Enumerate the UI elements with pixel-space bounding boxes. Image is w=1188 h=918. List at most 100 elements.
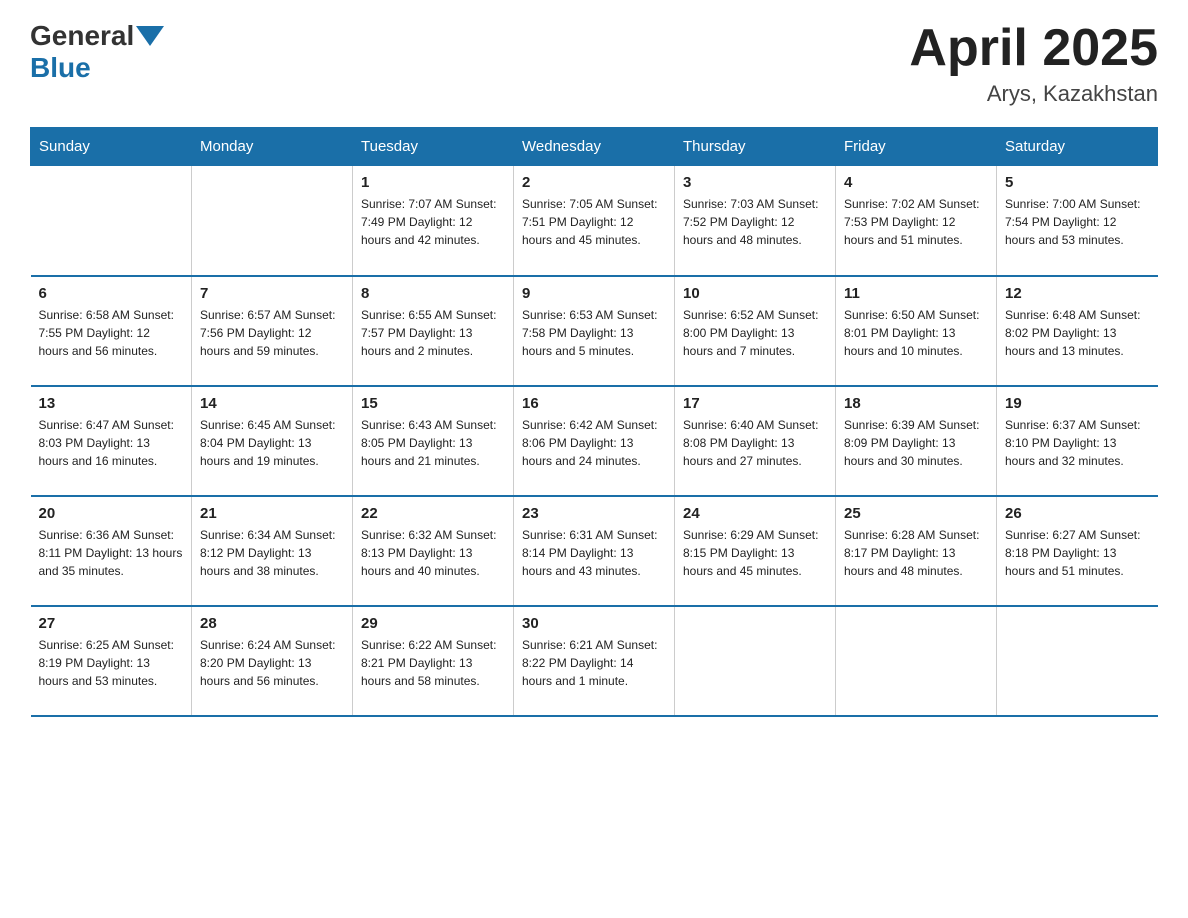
day-number: 6	[39, 285, 184, 302]
calendar-cell: 1Sunrise: 7:07 AM Sunset: 7:49 PM Daylig…	[353, 166, 514, 276]
day-info: Sunrise: 6:42 AM Sunset: 8:06 PM Dayligh…	[522, 416, 666, 470]
day-number: 24	[683, 505, 827, 522]
day-info: Sunrise: 6:43 AM Sunset: 8:05 PM Dayligh…	[361, 416, 505, 470]
calendar-cell: 13Sunrise: 6:47 AM Sunset: 8:03 PM Dayli…	[31, 386, 192, 496]
calendar-cell: 11 Sunrise: 6:50 AM Sunset: 8:01 PM Dayli…	[836, 276, 997, 386]
weekday-header-sunday: Sunday	[31, 128, 192, 166]
weekday-header-saturday: Saturday	[997, 128, 1158, 166]
weekday-header-thursday: Thursday	[675, 128, 836, 166]
logo: General Blue	[30, 20, 166, 84]
calendar-cell: 3Sunrise: 7:03 AM Sunset: 7:52 PM Daylig…	[675, 166, 836, 276]
calendar-cell: 24 Sunrise: 6:29 AM Sunset: 8:15 PM Dayli…	[675, 496, 836, 606]
day-info: Sunrise: 6:47 AM Sunset: 8:03 PM Dayligh…	[39, 416, 184, 470]
calendar-table: SundayMondayTuesdayWednesdayThursdayFrid…	[30, 127, 1158, 717]
calendar-cell: 8 Sunrise: 6:55 AM Sunset: 7:57 PM Daylig…	[353, 276, 514, 386]
day-info: Sunrise: 7:00 AM Sunset: 7:54 PM Dayligh…	[1005, 195, 1150, 249]
calendar-cell: 9 Sunrise: 6:53 AM Sunset: 7:58 PM Daylig…	[514, 276, 675, 386]
calendar-week-row: 27 Sunrise: 6:25 AM Sunset: 8:19 PM Dayli…	[31, 606, 1158, 716]
day-info: Sunrise: 6:36 AM Sunset: 8:11 PM Dayligh…	[39, 526, 184, 580]
calendar-cell	[31, 166, 192, 276]
day-number: 10	[683, 285, 827, 302]
day-number: 15	[361, 395, 505, 412]
calendar-cell: 22 Sunrise: 6:32 AM Sunset: 8:13 PM Dayli…	[353, 496, 514, 606]
day-number: 29	[361, 615, 505, 632]
day-info: Sunrise: 6:29 AM Sunset: 8:15 PM Dayligh…	[683, 526, 827, 580]
day-number: 28	[200, 615, 344, 632]
calendar-cell: 4Sunrise: 7:02 AM Sunset: 7:53 PM Daylig…	[836, 166, 997, 276]
day-number: 19	[1005, 395, 1150, 412]
weekday-header-friday: Friday	[836, 128, 997, 166]
calendar-cell	[997, 606, 1158, 716]
day-number: 26	[1005, 505, 1150, 522]
calendar-week-row: 20 Sunrise: 6:36 AM Sunset: 8:11 PM Dayli…	[31, 496, 1158, 606]
calendar-cell: 6 Sunrise: 6:58 AM Sunset: 7:55 PM Daylig…	[31, 276, 192, 386]
calendar-cell: 28 Sunrise: 6:24 AM Sunset: 8:20 PM Dayli…	[192, 606, 353, 716]
day-info: Sunrise: 6:45 AM Sunset: 8:04 PM Dayligh…	[200, 416, 344, 470]
day-number: 9	[522, 285, 666, 302]
day-number: 25	[844, 505, 988, 522]
calendar-cell: 2 Sunrise: 7:05 AM Sunset: 7:51 PM Daylig…	[514, 166, 675, 276]
logo-triangle-icon	[136, 26, 164, 46]
calendar-body: 1Sunrise: 7:07 AM Sunset: 7:49 PM Daylig…	[31, 166, 1158, 716]
calendar-cell	[192, 166, 353, 276]
day-info: Sunrise: 6:27 AM Sunset: 8:18 PM Dayligh…	[1005, 526, 1150, 580]
calendar-cell: 15 Sunrise: 6:43 AM Sunset: 8:05 PM Dayli…	[353, 386, 514, 496]
day-info: Sunrise: 7:05 AM Sunset: 7:51 PM Dayligh…	[522, 195, 666, 249]
page-header: General Blue April 2025 Arys, Kazakhstan	[30, 20, 1158, 107]
calendar-cell: 14 Sunrise: 6:45 AM Sunset: 8:04 PM Dayli…	[192, 386, 353, 496]
calendar-cell: 30Sunrise: 6:21 AM Sunset: 8:22 PM Dayli…	[514, 606, 675, 716]
day-info: Sunrise: 7:02 AM Sunset: 7:53 PM Dayligh…	[844, 195, 988, 249]
day-number: 20	[39, 505, 184, 522]
calendar-header: SundayMondayTuesdayWednesdayThursdayFrid…	[31, 128, 1158, 166]
day-number: 11	[844, 285, 988, 302]
logo-general-text: General	[30, 20, 134, 52]
day-number: 7	[200, 285, 344, 302]
calendar-cell: 18Sunrise: 6:39 AM Sunset: 8:09 PM Dayli…	[836, 386, 997, 496]
day-info: Sunrise: 7:03 AM Sunset: 7:52 PM Dayligh…	[683, 195, 827, 249]
day-info: Sunrise: 6:21 AM Sunset: 8:22 PM Dayligh…	[522, 636, 666, 690]
day-info: Sunrise: 6:34 AM Sunset: 8:12 PM Dayligh…	[200, 526, 344, 580]
weekday-header-wednesday: Wednesday	[514, 128, 675, 166]
calendar-cell	[836, 606, 997, 716]
day-info: Sunrise: 6:53 AM Sunset: 7:58 PM Dayligh…	[522, 306, 666, 360]
weekday-header-row: SundayMondayTuesdayWednesdayThursdayFrid…	[31, 128, 1158, 166]
day-info: Sunrise: 6:55 AM Sunset: 7:57 PM Dayligh…	[361, 306, 505, 360]
calendar-cell	[675, 606, 836, 716]
day-number: 8	[361, 285, 505, 302]
location-label: Arys, Kazakhstan	[909, 81, 1158, 107]
calendar-cell: 10Sunrise: 6:52 AM Sunset: 8:00 PM Dayli…	[675, 276, 836, 386]
day-number: 14	[200, 395, 344, 412]
day-number: 17	[683, 395, 827, 412]
day-info: Sunrise: 6:48 AM Sunset: 8:02 PM Dayligh…	[1005, 306, 1150, 360]
calendar-cell: 20 Sunrise: 6:36 AM Sunset: 8:11 PM Dayli…	[31, 496, 192, 606]
calendar-cell: 16Sunrise: 6:42 AM Sunset: 8:06 PM Dayli…	[514, 386, 675, 496]
calendar-cell: 25 Sunrise: 6:28 AM Sunset: 8:17 PM Dayli…	[836, 496, 997, 606]
day-info: Sunrise: 7:07 AM Sunset: 7:49 PM Dayligh…	[361, 195, 505, 249]
day-info: Sunrise: 6:58 AM Sunset: 7:55 PM Dayligh…	[39, 306, 184, 360]
day-info: Sunrise: 6:22 AM Sunset: 8:21 PM Dayligh…	[361, 636, 505, 690]
weekday-header-tuesday: Tuesday	[353, 128, 514, 166]
day-info: Sunrise: 6:28 AM Sunset: 8:17 PM Dayligh…	[844, 526, 988, 580]
day-number: 22	[361, 505, 505, 522]
day-info: Sunrise: 6:40 AM Sunset: 8:08 PM Dayligh…	[683, 416, 827, 470]
day-number: 5	[1005, 174, 1150, 191]
calendar-cell: 21 Sunrise: 6:34 AM Sunset: 8:12 PM Dayli…	[192, 496, 353, 606]
calendar-week-row: 6 Sunrise: 6:58 AM Sunset: 7:55 PM Daylig…	[31, 276, 1158, 386]
calendar-week-row: 13Sunrise: 6:47 AM Sunset: 8:03 PM Dayli…	[31, 386, 1158, 496]
day-number: 27	[39, 615, 184, 632]
calendar-cell: 19 Sunrise: 6:37 AM Sunset: 8:10 PM Dayli…	[997, 386, 1158, 496]
day-info: Sunrise: 6:32 AM Sunset: 8:13 PM Dayligh…	[361, 526, 505, 580]
day-info: Sunrise: 6:24 AM Sunset: 8:20 PM Dayligh…	[200, 636, 344, 690]
day-number: 2	[522, 174, 666, 191]
day-info: Sunrise: 6:37 AM Sunset: 8:10 PM Dayligh…	[1005, 416, 1150, 470]
day-info: Sunrise: 6:39 AM Sunset: 8:09 PM Dayligh…	[844, 416, 988, 470]
logo-blue-text: Blue	[30, 52, 91, 83]
day-info: Sunrise: 6:25 AM Sunset: 8:19 PM Dayligh…	[39, 636, 184, 690]
day-info: Sunrise: 6:50 AM Sunset: 8:01 PM Dayligh…	[844, 306, 988, 360]
month-title: April 2025	[909, 20, 1158, 77]
day-number: 21	[200, 505, 344, 522]
calendar-cell: 17 Sunrise: 6:40 AM Sunset: 8:08 PM Dayli…	[675, 386, 836, 496]
day-info: Sunrise: 6:31 AM Sunset: 8:14 PM Dayligh…	[522, 526, 666, 580]
calendar-cell: 27 Sunrise: 6:25 AM Sunset: 8:19 PM Dayli…	[31, 606, 192, 716]
calendar-cell: 23Sunrise: 6:31 AM Sunset: 8:14 PM Dayli…	[514, 496, 675, 606]
